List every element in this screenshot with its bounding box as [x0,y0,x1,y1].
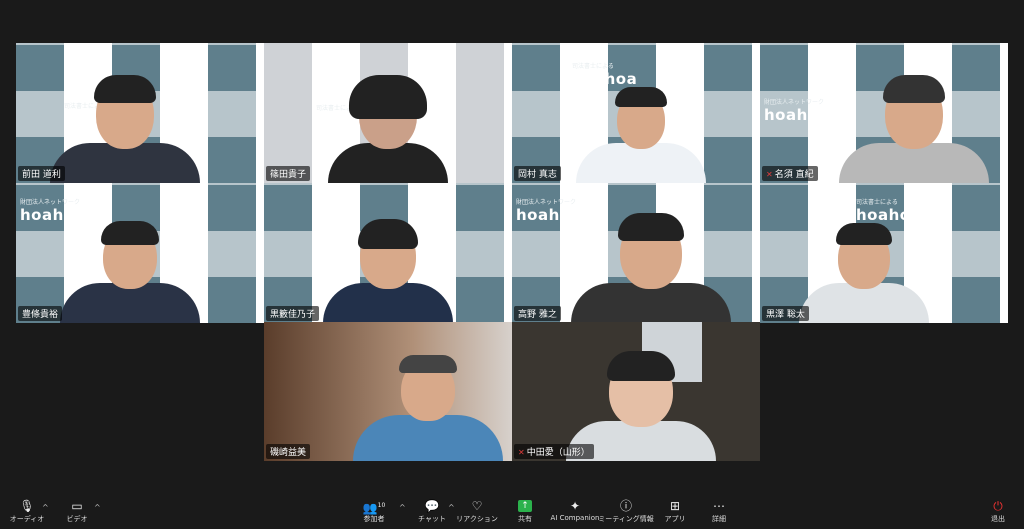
background-logo: 財団法人ネットワーク hoahoa [20,199,86,224]
participant-tile[interactable]: 司法書士によるhoahoa 黒籔佳乃子 [264,183,512,323]
participant-tile[interactable]: 司法書士による hoahoa 黒澤 聡太 [760,183,1008,323]
participant-tile[interactable]: 司法書士によるhoahoa 前田 道利 [16,43,264,183]
participant-video [570,213,731,323]
participant-video [575,87,706,183]
participant-video [352,355,503,461]
participant-name: 磯崎益美 [266,444,311,459]
participant-tile[interactable]: 磯崎益美 [264,322,512,461]
participant-name: 篠田貴子 [266,166,311,181]
participant-video [60,221,201,323]
share-arrow-icon: ↑ [518,500,532,512]
participant-video [799,223,930,323]
participant-name: ✕ 名須 直紀 [762,166,818,181]
leave-button[interactable]: ⏻ 退出 [968,498,1024,524]
mic-muted-icon: ✕ [518,448,525,457]
participant-tile[interactable]: 司法書士による hoahoa 岡村 真志 [512,43,760,183]
participant-tile[interactable]: 司法書士による hoahoa 篠田貴子 [264,43,512,183]
participant-name: 黒籔佳乃子 [266,306,320,321]
meeting-toolbar: 🎙 オーディオ ^ ▭ ビデオ ^ 👥10 参加者 ^ 💬 チャット ^ ♡ リアクション… [0,495,1024,529]
participant-video [328,75,448,183]
participant-name: 前田 道利 [18,166,65,181]
participant-name: 岡村 真志 [514,166,561,181]
participant-name: 黒澤 聡太 [762,306,809,321]
participant-name: ✕ 中田愛（山形） [514,444,594,459]
participant-tile[interactable]: ✕ 中田愛（山形） [512,322,760,461]
participants-icon: 👥10 [362,501,386,515]
video-grid: 司法書士によるhoahoa 前田 道利 司法書士によるhoahoa 篠田貴子 司… [16,43,1008,461]
participant-tile[interactable]: 財団法人ネットワーク hoahoa 高野 雅之 [512,183,760,323]
participant-name: 豊條貴裕 [18,306,63,321]
background-logo: 司法書士によるhoahoa [856,199,922,224]
more-button[interactable]: ⋯ 詳細 [689,498,749,524]
participant-video [50,75,201,183]
background-logo: 司法書士によるhoahoa [572,63,638,88]
video-options-caret-icon[interactable]: ^ [94,503,101,512]
participants-button[interactable]: 👥10 参加者 [344,498,404,524]
more-dots-icon: ⋯ [713,499,725,513]
leave-icon: ⏻ [993,499,1003,513]
participant-video [323,219,453,323]
participant-video [838,75,989,183]
background-logo: 財団法人ネットワーク hoahoa [764,99,830,124]
mic-muted-icon: ✕ [766,170,773,179]
participant-tile[interactable]: 財団法人ネットワーク hoahoa 豊條貴裕 [16,183,264,323]
participant-name: 高野 雅之 [514,306,561,321]
participant-tile[interactable]: 財団法人ネットワーク hoahoa ✕ 名須 直紀 [760,43,1008,183]
